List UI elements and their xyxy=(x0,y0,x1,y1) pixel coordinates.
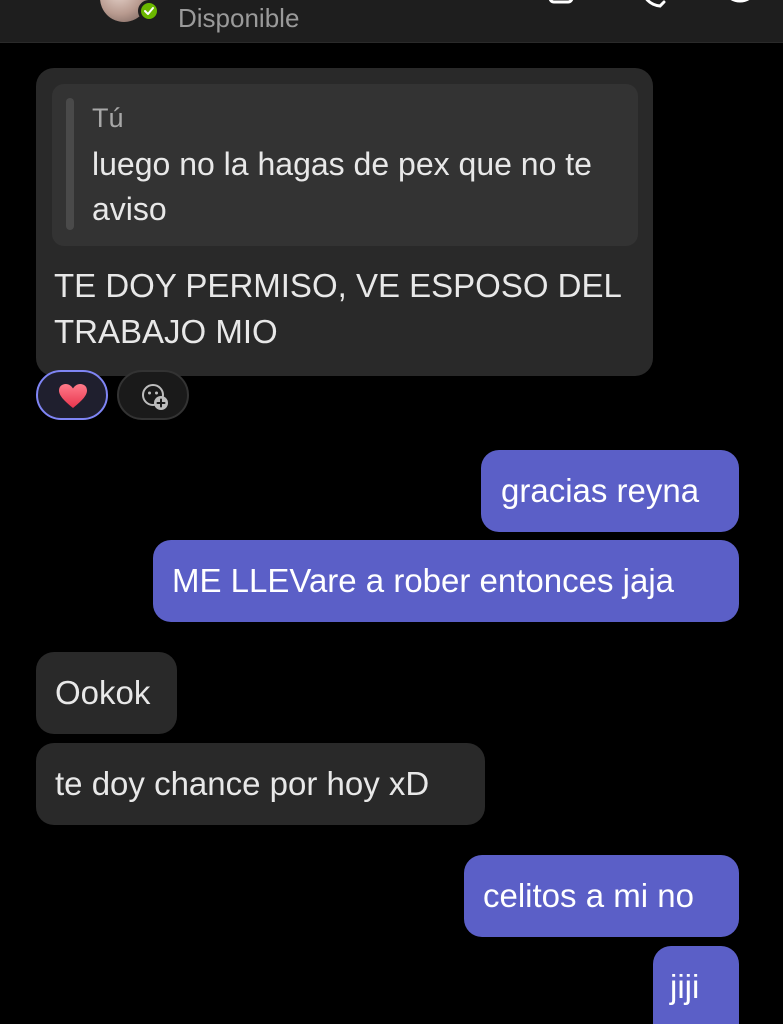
chat-header: Disponible xyxy=(0,0,783,43)
video-call-icon[interactable] xyxy=(548,0,584,13)
back-arrow-icon[interactable] xyxy=(30,0,50,6)
sent-message[interactable]: jiji xyxy=(653,946,739,1024)
more-icon[interactable] xyxy=(720,0,760,15)
add-reaction-icon xyxy=(142,384,168,410)
chat-screen: Disponible Tú luego no la hagas de pex q… xyxy=(0,0,783,1024)
heart-icon xyxy=(59,384,87,408)
heart-reaction[interactable] xyxy=(36,370,108,420)
message-text: gracias reyna xyxy=(501,472,700,509)
quote-accent-bar xyxy=(66,98,74,230)
available-check-icon xyxy=(138,0,160,22)
message-text: te doy chance por hoy xD xyxy=(55,765,430,802)
message-text: ME LLEVare a rober entonces jaja xyxy=(172,562,675,599)
quoted-message[interactable]: Tú luego no la hagas de pex que no te av… xyxy=(52,84,638,246)
received-message[interactable]: Ookok xyxy=(36,652,177,734)
message-text: jiji xyxy=(670,968,700,1005)
received-message-with-quote[interactable]: Tú luego no la hagas de pex que no te av… xyxy=(36,68,653,376)
sent-message[interactable]: gracias reyna xyxy=(481,450,739,532)
sent-message[interactable]: celitos a mi no xyxy=(464,855,739,937)
message-text: TE DOY PERMISO, VE ESPOSO DEL TRABAJO MI… xyxy=(54,267,621,350)
presence-status: Disponible xyxy=(178,3,300,33)
add-reaction-button[interactable] xyxy=(117,370,189,420)
message-text: Ookok xyxy=(55,674,151,711)
quote-text: luego no la hagas de pex que no te aviso xyxy=(92,146,592,227)
quote-author: Tú xyxy=(92,103,124,133)
sent-message[interactable]: ME LLEVare a rober entonces jaja xyxy=(153,540,739,622)
message-text: celitos a mi no xyxy=(483,877,694,914)
phone-call-icon[interactable] xyxy=(640,0,670,15)
received-message[interactable]: te doy chance por hoy xD xyxy=(36,743,485,825)
